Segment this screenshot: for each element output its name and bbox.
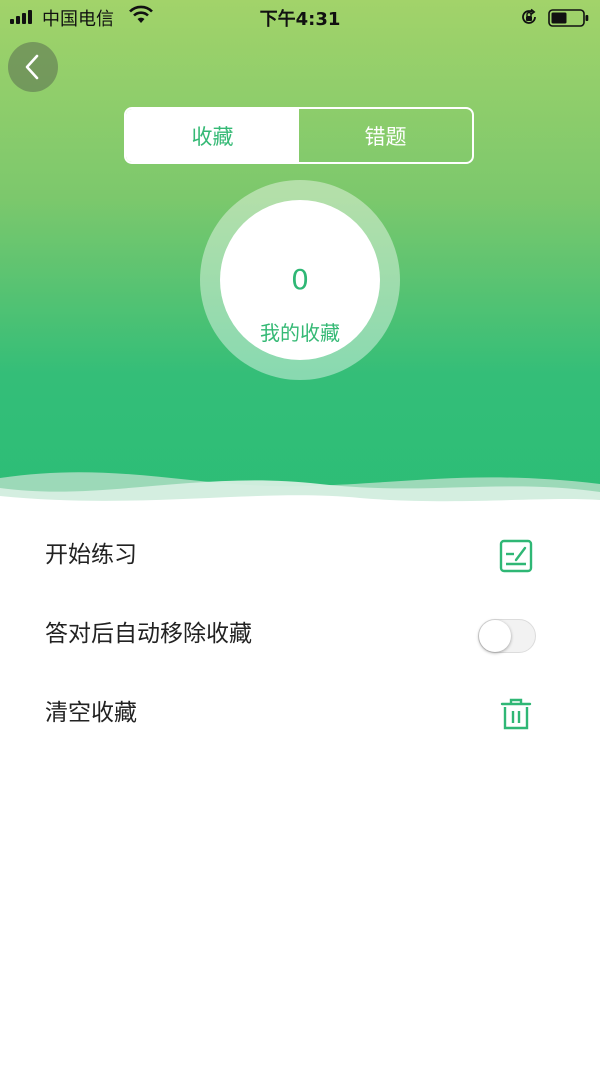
status-time: 下午4:31 xyxy=(259,9,341,30)
status-bar: 中国电信 下午4:31 xyxy=(0,0,600,34)
battery-icon xyxy=(548,9,589,27)
favorites-count: 0 xyxy=(291,263,309,296)
back-button[interactable] xyxy=(8,42,58,92)
header-background: 中国电信 下午4:31 收藏 错题 0 我的收藏 xyxy=(0,0,600,520)
auto-remove-row: 答对后自动移除收藏 xyxy=(0,595,600,674)
trash-icon xyxy=(500,698,532,730)
start-practice-row[interactable]: 开始练习 xyxy=(0,516,600,595)
options-list: 开始练习 答对后自动移除收藏 清空收藏 xyxy=(0,516,600,753)
chevron-left-icon xyxy=(25,54,39,80)
tab-favorites[interactable]: 收藏 xyxy=(126,109,299,162)
clear-favorites-row[interactable]: 清空收藏 xyxy=(0,674,600,753)
edit-note-icon xyxy=(499,539,533,573)
toggle-knob xyxy=(479,620,511,652)
rotation-lock-icon xyxy=(522,8,536,24)
favorites-summary-ring: 0 我的收藏 xyxy=(200,180,400,380)
start-practice-label: 开始练习 xyxy=(45,542,137,568)
tab-wrong-questions[interactable]: 错题 xyxy=(299,109,472,162)
favorites-summary-circle: 0 我的收藏 xyxy=(220,200,380,360)
auto-remove-toggle[interactable] xyxy=(478,619,536,653)
clear-favorites-label: 清空收藏 xyxy=(45,700,137,726)
wave-divider xyxy=(0,472,600,520)
favorites-count-label: 我的收藏 xyxy=(260,321,340,345)
tab-bar: 收藏 错题 xyxy=(124,107,474,164)
auto-remove-label: 答对后自动移除收藏 xyxy=(45,621,252,647)
